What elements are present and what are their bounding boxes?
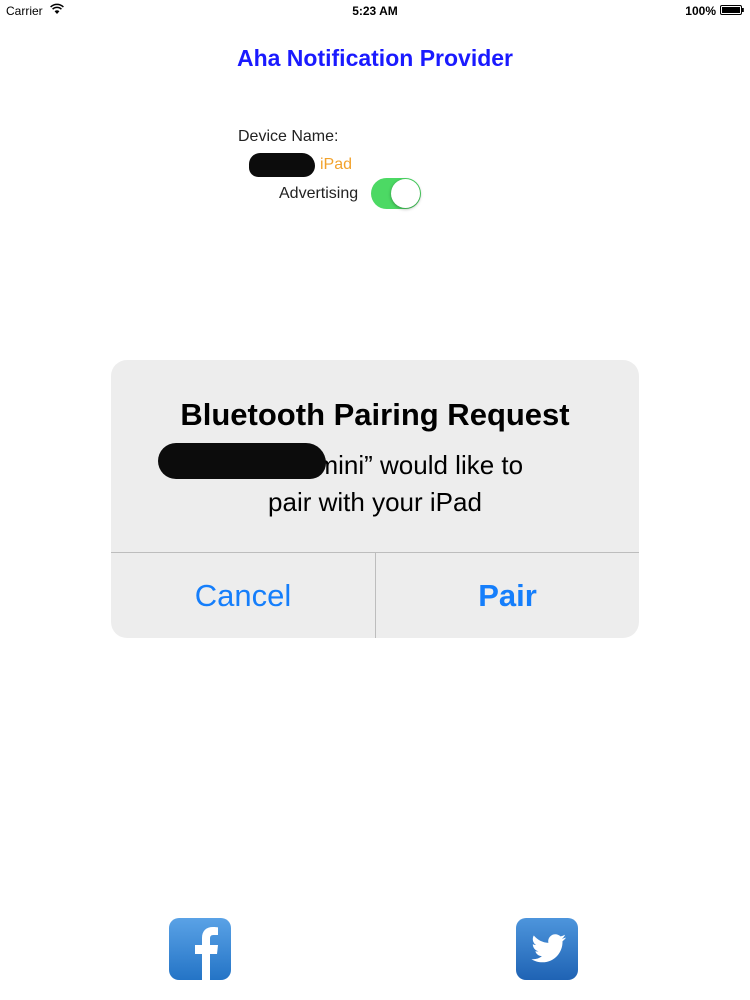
screen: Carrier 5:23 AM 100% Aha Notification Pr… [0, 0, 750, 1000]
advertising-label: Advertising [279, 185, 359, 202]
facebook-button[interactable] [169, 918, 231, 980]
alert-title: Bluetooth Pairing Request [180, 397, 570, 432]
battery-icon [720, 5, 744, 15]
facebook-icon [195, 927, 218, 980]
redacted-device-name [249, 153, 315, 177]
clock: 5:23 AM [352, 4, 398, 18]
cancel-button[interactable]: Cancel [111, 553, 375, 638]
twitter-icon [531, 934, 566, 963]
redacted-computer-name [158, 443, 326, 479]
pair-button[interactable]: Pair [376, 553, 639, 638]
alert-message-line2: pair with your iPad [268, 487, 482, 517]
status-bar: Carrier 5:23 AM 100% [0, 0, 750, 22]
twitter-button[interactable] [516, 918, 578, 980]
device-name-value: iPad [320, 156, 353, 173]
battery-percent: 100% [685, 4, 716, 18]
bluetooth-pairing-alert: Bluetooth Pairing Request “E Mac mini” w… [111, 360, 639, 638]
toggle-knob[interactable] [391, 179, 420, 208]
device-name-label: Device Name: [238, 128, 339, 145]
advertising-toggle[interactable] [371, 178, 421, 209]
app-title: Aha Notification Provider [236, 45, 514, 71]
